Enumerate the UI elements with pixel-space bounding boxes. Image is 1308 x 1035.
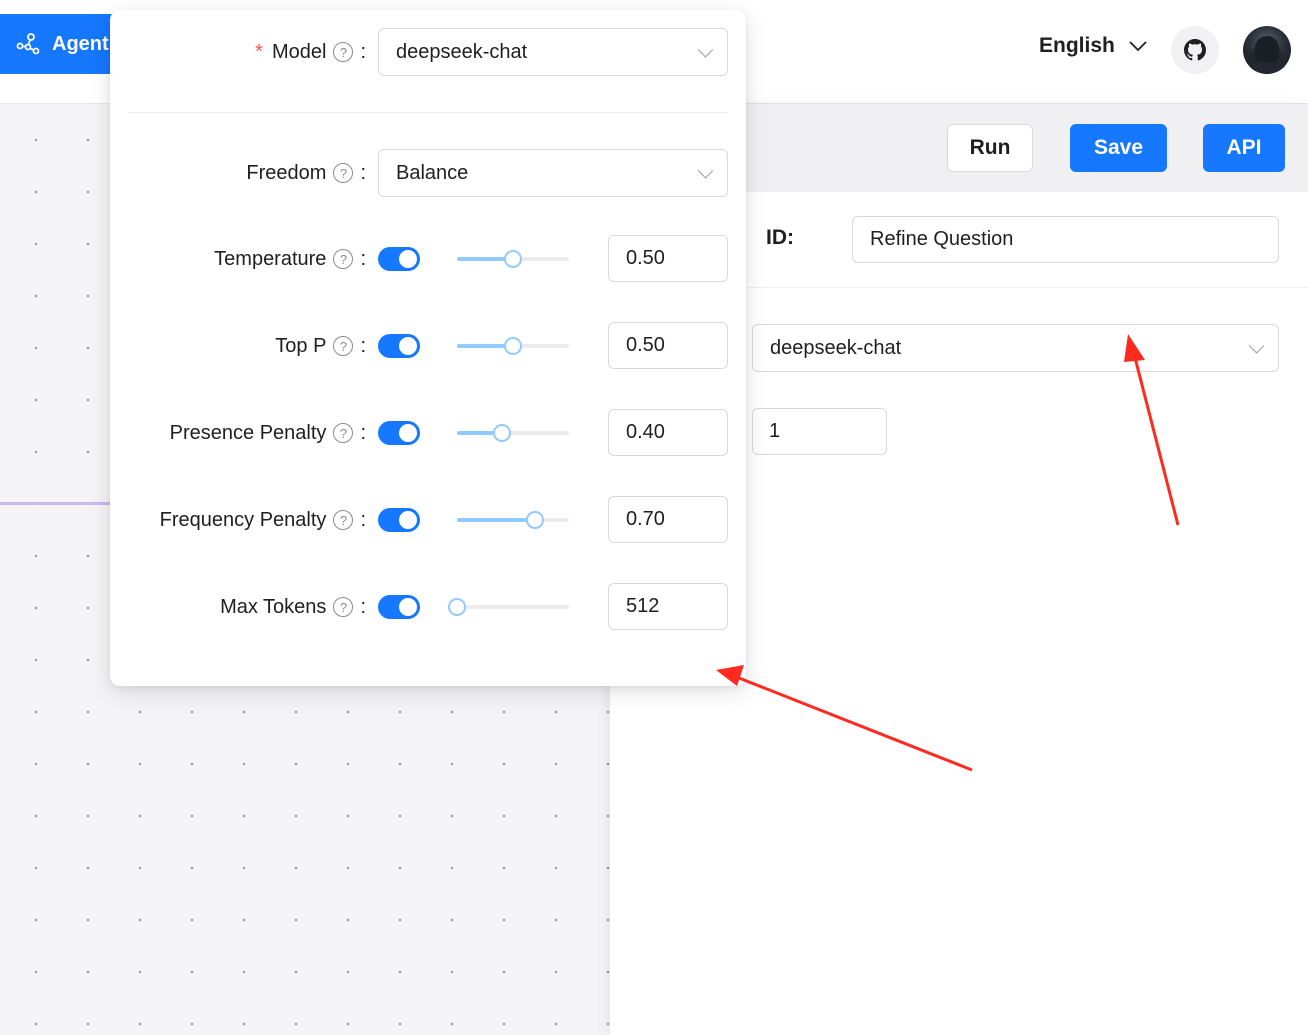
model-label: * Model ? : <box>255 28 366 76</box>
slider-handle[interactable] <box>493 424 511 442</box>
slider-handle[interactable] <box>526 511 544 529</box>
param-toggle[interactable] <box>378 334 420 358</box>
param-value-input[interactable]: 512 <box>608 583 728 630</box>
label-colon: : <box>360 161 366 184</box>
param-label-text: Temperature <box>214 247 327 270</box>
param-slider[interactable] <box>457 424 569 442</box>
chevron-down-icon <box>697 42 714 58</box>
label-colon: : <box>360 247 366 270</box>
slider-handle[interactable] <box>504 337 522 355</box>
param-slider[interactable] <box>457 337 569 355</box>
run-button[interactable]: Run <box>947 124 1033 172</box>
agent-tab[interactable]: Agent <box>0 14 118 74</box>
param-value: 0.50 <box>626 334 665 356</box>
question-circle-icon[interactable]: ? <box>333 163 354 183</box>
language-label: English <box>1039 34 1115 57</box>
param-value: 512 <box>626 595 660 617</box>
chevron-down-icon <box>697 163 714 179</box>
model-label-text: Model <box>271 40 327 63</box>
id-value: Refine Question <box>870 228 1014 250</box>
model-row: * Model ? : deepseek-chat <box>110 28 746 76</box>
id-label: ID: <box>766 226 794 249</box>
param-row-top-p: Top P?: 0.50 <box>110 322 746 370</box>
question-circle-icon[interactable]: ? <box>333 336 354 356</box>
param-label-text: Presence Penalty <box>169 421 327 444</box>
freedom-value: Balance <box>396 161 469 184</box>
label-colon: : <box>360 334 366 357</box>
id-input[interactable]: Refine Question <box>852 216 1279 263</box>
param-row-presence-penalty: Presence Penalty?: 0.40 <box>110 409 746 457</box>
slider-handle[interactable] <box>448 598 466 616</box>
param-label: Top P?: <box>275 322 366 370</box>
freedom-label: Freedom ? : <box>246 149 366 197</box>
canvas-edge <box>0 502 112 505</box>
param-slider[interactable] <box>457 250 569 268</box>
question-circle-icon[interactable]: ? <box>333 597 354 617</box>
save-button[interactable]: Save <box>1070 124 1167 172</box>
param-slider[interactable] <box>457 511 569 529</box>
user-avatar[interactable] <box>1243 26 1291 74</box>
question-circle-icon[interactable]: ? <box>333 423 354 443</box>
question-circle-icon[interactable]: ? <box>333 510 354 530</box>
param-toggle[interactable] <box>378 595 420 619</box>
popover-divider <box>128 112 728 113</box>
graph-nodes-icon <box>16 33 40 55</box>
count-input[interactable]: 1 <box>752 408 887 455</box>
param-value-input[interactable]: 0.40 <box>608 409 728 456</box>
param-value-input[interactable]: 0.50 <box>608 235 728 282</box>
param-label-text: Max Tokens <box>220 595 327 618</box>
param-value-input[interactable]: 0.50 <box>608 322 728 369</box>
param-label-text: Frequency Penalty <box>159 508 327 531</box>
param-label: Frequency Penalty?: <box>160 496 366 544</box>
param-row-max-tokens: Max Tokens?: 512 <box>110 583 746 631</box>
agent-tab-label: Agent <box>52 32 109 55</box>
model-select[interactable]: deepseek-chat <box>752 324 1279 372</box>
param-toggle[interactable] <box>378 247 420 271</box>
github-icon <box>1184 39 1206 61</box>
param-value: 0.40 <box>626 421 665 443</box>
model-select[interactable]: deepseek-chat <box>378 28 728 76</box>
label-colon: : <box>360 421 366 444</box>
param-slider[interactable] <box>448 598 569 616</box>
label-colon: : <box>360 40 366 63</box>
github-button[interactable] <box>1171 26 1219 74</box>
question-circle-icon[interactable]: ? <box>333 249 354 269</box>
model-value: deepseek-chat <box>396 40 528 63</box>
param-toggle[interactable] <box>378 508 420 532</box>
chevron-down-icon <box>1248 338 1265 354</box>
param-value: 0.70 <box>626 508 665 530</box>
model-select-value: deepseek-chat <box>770 336 902 359</box>
param-label: Max Tokens?: <box>220 583 366 631</box>
param-value: 0.50 <box>626 247 665 269</box>
label-colon: : <box>360 595 366 618</box>
api-button[interactable]: API <box>1203 124 1285 172</box>
chevron-down-icon <box>1129 41 1147 52</box>
freedom-select[interactable]: Balance <box>378 149 728 197</box>
required-mark: * <box>255 40 263 63</box>
param-value-input[interactable]: 0.70 <box>608 496 728 543</box>
param-label-text: Top P <box>275 334 327 357</box>
label-colon: : <box>360 508 366 531</box>
slider-fill <box>457 518 535 522</box>
param-row-frequency-penalty: Frequency Penalty?: 0.70 <box>110 496 746 544</box>
freedom-row: Freedom ? : Balance <box>110 149 746 197</box>
language-selector[interactable]: English <box>1039 34 1147 58</box>
model-settings-popover: * Model ? : deepseek-chat Freedom ? : Ba… <box>110 10 746 686</box>
param-toggle[interactable] <box>378 421 420 445</box>
slider-handle[interactable] <box>504 250 522 268</box>
param-label: Temperature?: <box>214 235 366 283</box>
question-circle-icon[interactable]: ? <box>333 42 354 62</box>
param-label: Presence Penalty?: <box>170 409 366 457</box>
freedom-label-text: Freedom <box>246 161 327 184</box>
count-value: 1 <box>769 420 781 442</box>
param-row-temperature: Temperature?: 0.50 <box>110 235 746 283</box>
